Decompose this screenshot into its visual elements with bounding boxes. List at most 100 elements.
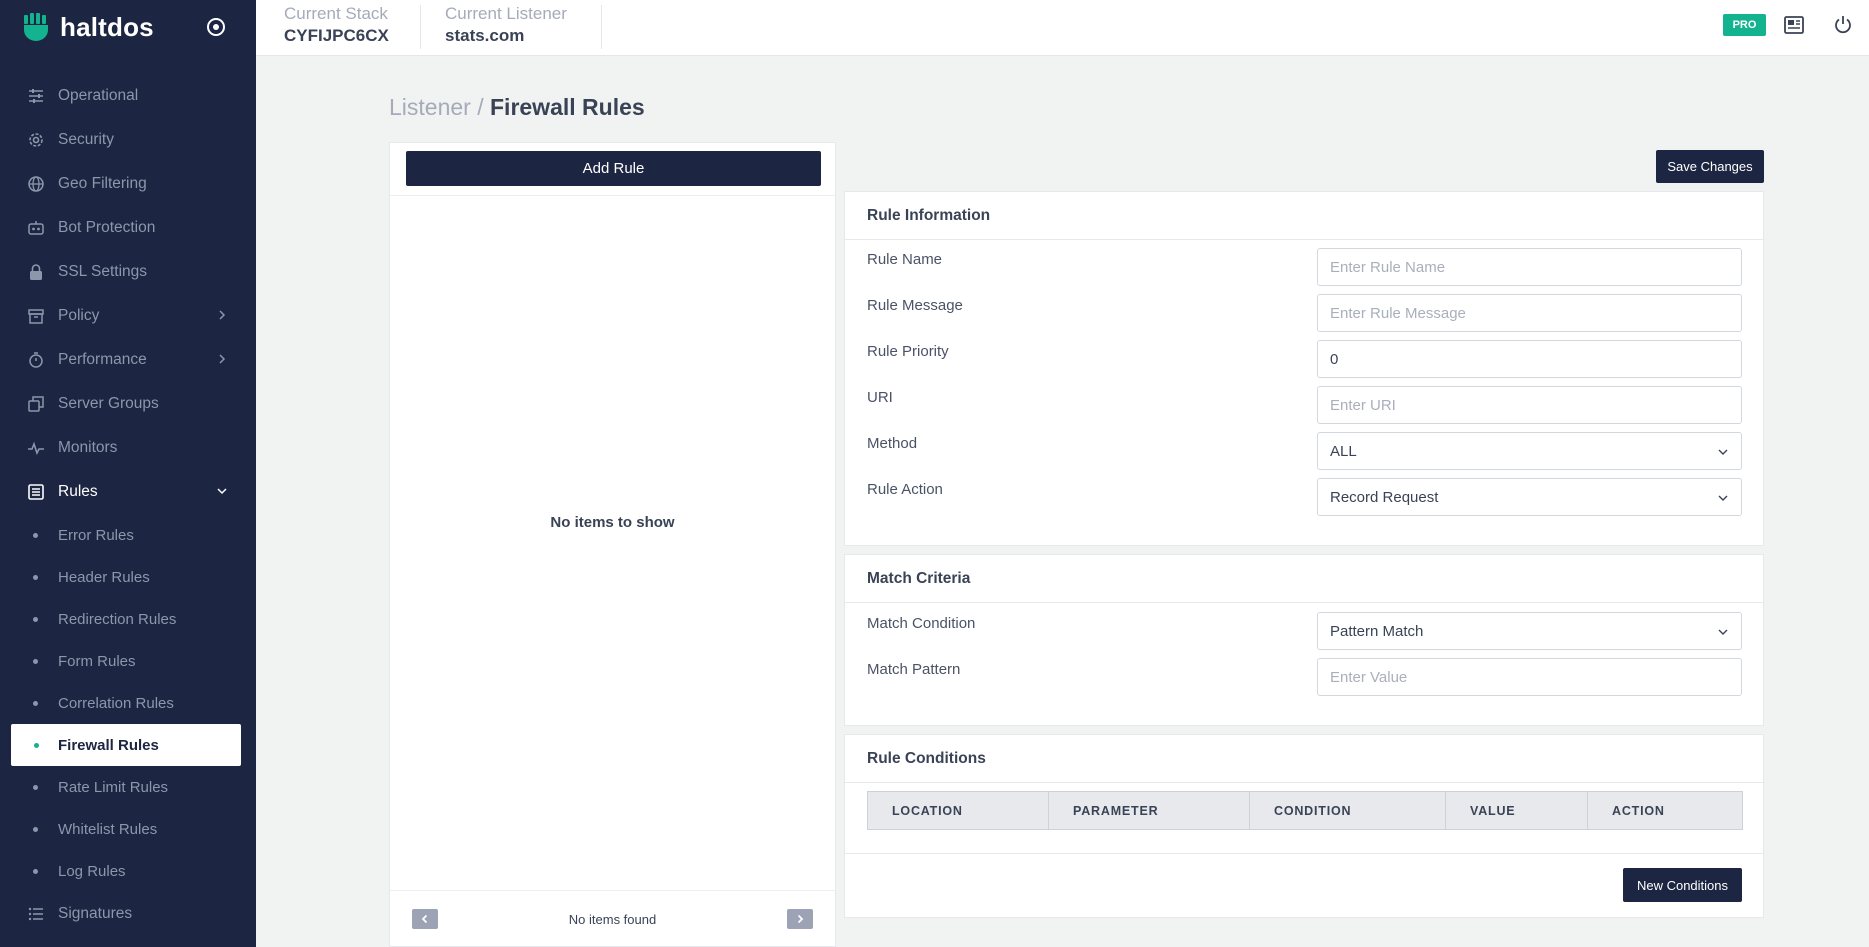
sidebar-nav: Operational Security Geo Filtering Bot P…: [0, 74, 256, 936]
divider: [390, 195, 835, 196]
next-page-button[interactable]: [787, 909, 813, 929]
chevron-down-icon: [1718, 449, 1728, 455]
sidebar-item-server-groups[interactable]: Server Groups: [0, 382, 256, 426]
rule-action-select[interactable]: Record Request: [1317, 478, 1742, 516]
power-icon[interactable]: [1832, 14, 1854, 36]
sidebar-item-label: Performance: [58, 351, 147, 368]
match-pattern-label: Match Pattern: [867, 661, 961, 678]
breadcrumb: Listener / Firewall Rules: [389, 94, 645, 121]
sidebar-item-bot-protection[interactable]: Bot Protection: [0, 206, 256, 250]
rule-name-input[interactable]: Enter Rule Name: [1317, 248, 1742, 286]
column-header-value[interactable]: VALUE: [1445, 791, 1588, 830]
sidebar-item-label: Monitors: [58, 439, 118, 456]
current-stack[interactable]: Current Stack CYFIJPC6CX: [284, 4, 389, 46]
empty-state: No items to show: [550, 514, 675, 531]
sidebar-subitem-log-rules[interactable]: Log Rules: [0, 850, 256, 892]
bullet-dot: [33, 659, 38, 664]
list-icon: [27, 483, 45, 501]
chevron-right-icon: [219, 354, 226, 364]
current-listener[interactable]: Current Listener stats.com: [445, 4, 567, 46]
sidebar-item-signatures[interactable]: Signatures: [0, 892, 256, 936]
settings-circle-icon[interactable]: [206, 17, 226, 37]
bullet-dot: [33, 617, 38, 622]
conditions-table: LOCATION PARAMETER CONDITION VALUE ACTIO…: [867, 791, 1743, 830]
pulse-icon: [27, 439, 45, 457]
breadcrumb-parent[interactable]: Listener /: [389, 94, 484, 120]
copy-icon: [27, 395, 45, 413]
match-condition-select[interactable]: Pattern Match: [1317, 612, 1742, 650]
bullet-list-icon: [27, 905, 45, 923]
sidebar-item-performance[interactable]: Performance: [0, 338, 256, 382]
sidebar-subitem-form-rules[interactable]: Form Rules: [0, 640, 256, 682]
sidebar-subitem-label: Whitelist Rules: [58, 820, 158, 838]
globe-icon: [27, 175, 45, 193]
sidebar-item-geo-filtering[interactable]: Geo Filtering: [0, 162, 256, 206]
rule-information-card: Rule Information Rule Name Enter Rule Na…: [844, 191, 1764, 546]
sidebar-item-operational[interactable]: Operational: [0, 74, 256, 118]
sidebar-item-label: Geo Filtering: [58, 175, 147, 192]
match-condition-label: Match Condition: [867, 615, 976, 632]
sidebar-item-label: Signatures: [58, 905, 133, 922]
rule-priority-input[interactable]: 0: [1317, 340, 1742, 378]
divider: [390, 890, 835, 891]
rule-name-label: Rule Name: [867, 251, 943, 268]
new-conditions-button[interactable]: New Conditions: [1623, 868, 1742, 902]
current-stack-label: Current Stack: [284, 4, 388, 23]
bullet-dot: [33, 827, 38, 832]
sliders-icon: [27, 87, 45, 105]
bullet-dot: [33, 533, 38, 538]
sidebar-subitem-label: Firewall Rules: [58, 736, 159, 754]
sidebar-item-label: Server Groups: [58, 395, 159, 412]
sidebar-item-policy[interactable]: Policy: [0, 294, 256, 338]
current-stack-value: CYFIJPC6CX: [284, 26, 389, 45]
sidebar-item-security[interactable]: Security: [0, 118, 256, 162]
bullet-dot: [33, 701, 38, 706]
current-listener-value: stats.com: [445, 26, 525, 45]
sidebar-subitem-firewall-rules[interactable]: Firewall Rules: [11, 724, 241, 766]
sidebar-subitem-redirection-rules[interactable]: Redirection Rules: [0, 598, 256, 640]
sidebar-item-label: SSL Settings: [58, 263, 148, 280]
sidebar-subitem-header-rules[interactable]: Header Rules: [0, 556, 256, 598]
match-pattern-input[interactable]: Enter Value: [1317, 658, 1742, 696]
sidebar-subitem-correlation-rules[interactable]: Correlation Rules: [0, 682, 256, 724]
bullet-dot: [34, 743, 39, 748]
sidebar-subitem-error-rules[interactable]: Error Rules: [0, 514, 256, 556]
uri-input[interactable]: Enter URI: [1317, 386, 1742, 424]
current-listener-label: Current Listener: [445, 4, 567, 23]
chevron-right-icon: [219, 310, 226, 320]
card-title: Rule Conditions: [845, 735, 1763, 783]
match-condition-value: Pattern Match: [1330, 622, 1424, 640]
sidebar-subitem-rate-limit-rules[interactable]: Rate Limit Rules: [0, 766, 256, 808]
rules-list-panel: Add Rule No items to show No items found: [389, 142, 836, 947]
chevron-right-icon: [797, 914, 804, 924]
rule-message-input[interactable]: Enter Rule Message: [1317, 294, 1742, 332]
save-changes-button[interactable]: Save Changes: [1656, 150, 1764, 183]
gear-icon: [27, 131, 45, 149]
newspaper-icon[interactable]: [1783, 14, 1805, 36]
sidebar-subitem-label: Header Rules: [58, 568, 150, 586]
sidebar-item-label: Policy: [58, 307, 100, 324]
rule-message-label: Rule Message: [867, 297, 963, 314]
stopwatch-icon: [27, 351, 45, 369]
column-header-parameter[interactable]: PARAMETER: [1048, 791, 1250, 830]
sidebar-subitem-label: Redirection Rules: [58, 610, 177, 628]
sidebar-subitem-label: Correlation Rules: [58, 694, 174, 712]
column-header-condition[interactable]: CONDITION: [1249, 791, 1446, 830]
sidebar-item-monitors[interactable]: Monitors: [0, 426, 256, 470]
method-select[interactable]: ALL: [1317, 432, 1742, 470]
column-header-location[interactable]: LOCATION: [867, 791, 1049, 830]
sidebar-subitem-whitelist-rules[interactable]: Whitelist Rules: [0, 808, 256, 850]
lock-icon: [27, 263, 45, 281]
sidebar-item-ssl-settings[interactable]: SSL Settings: [0, 250, 256, 294]
column-header-action[interactable]: ACTION: [1587, 791, 1743, 830]
chevron-down-icon: [1718, 495, 1728, 501]
rule-priority-label: Rule Priority: [867, 343, 949, 360]
haltdos-logo-icon: [24, 13, 48, 41]
card-title: Match Criteria: [845, 555, 1763, 603]
sidebar-item-rules[interactable]: Rules: [0, 470, 256, 514]
bullet-dot: [33, 785, 38, 790]
card-title: Rule Information: [845, 192, 1763, 240]
add-rule-button[interactable]: Add Rule: [406, 151, 821, 186]
sidebar-subitem-label: Log Rules: [58, 862, 126, 880]
archive-icon: [27, 307, 45, 325]
